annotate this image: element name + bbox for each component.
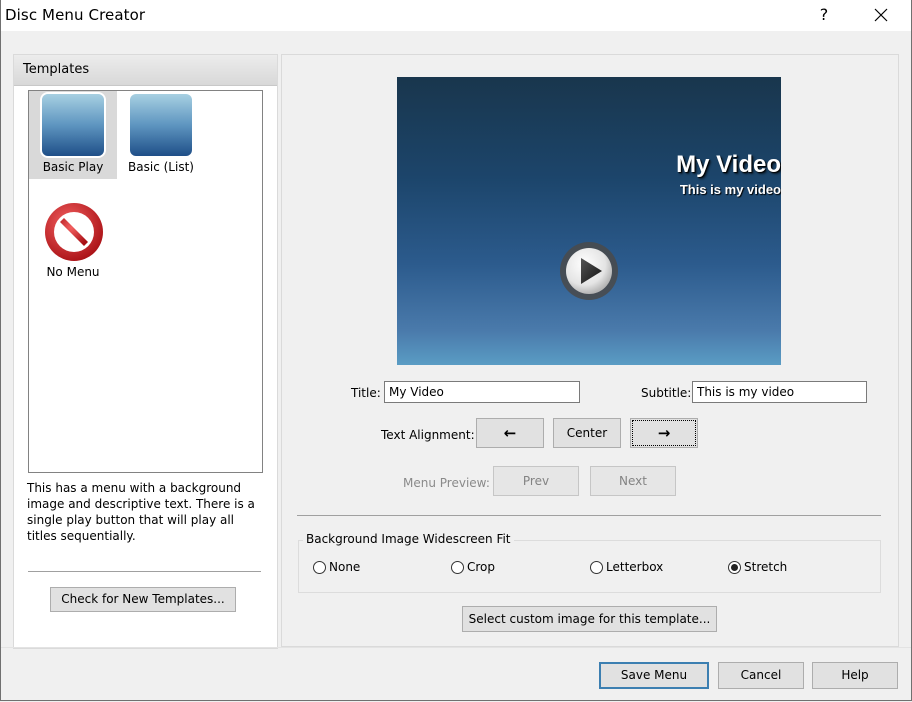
select-custom-image-button[interactable]: Select custom image for this template... xyxy=(462,606,717,632)
divider xyxy=(297,515,881,516)
align-center-button[interactable]: Center xyxy=(553,418,621,448)
radio-circle xyxy=(313,560,326,574)
basic-list-thumbnail-icon xyxy=(130,94,192,156)
align-left-button[interactable]: ← xyxy=(476,418,544,448)
divider xyxy=(0,647,912,648)
menu-preview-label: Menu Preview: xyxy=(403,476,490,490)
radio-crop[interactable]: Crop xyxy=(451,560,495,574)
preview-subtitle: This is my video xyxy=(679,182,781,197)
no-entry-icon xyxy=(45,203,103,261)
templates-header: Templates xyxy=(14,55,277,86)
templates-panel: Templates Basic Play Basic (List) No Men… xyxy=(13,54,278,649)
radio-label: None xyxy=(329,560,361,574)
radio-label: Crop xyxy=(467,560,496,574)
window-title: Disc Menu Creator xyxy=(5,6,146,24)
title-bar: Disc Menu Creator ? xyxy=(0,0,912,31)
template-basic-play[interactable]: Basic Play xyxy=(29,91,117,179)
radio-circle-checked xyxy=(728,560,741,574)
template-label: Basic (List) xyxy=(128,160,194,174)
prev-button[interactable]: Prev xyxy=(493,466,579,496)
play-button-icon[interactable] xyxy=(559,241,619,301)
help-button[interactable]: ? xyxy=(816,5,832,24)
templates-heading: Templates xyxy=(23,62,90,77)
title-input[interactable] xyxy=(384,381,580,403)
cancel-button[interactable]: Cancel xyxy=(718,662,804,689)
template-list[interactable]: Basic Play Basic (List) No Menu xyxy=(28,90,263,473)
template-label: No Menu xyxy=(46,265,100,279)
next-button[interactable]: Next xyxy=(590,466,676,496)
template-basic-list[interactable]: Basic (List) xyxy=(117,91,205,179)
preview-title: My Video xyxy=(676,151,781,178)
radio-stretch[interactable]: Stretch xyxy=(728,560,787,574)
help-footer-button[interactable]: Help xyxy=(812,662,898,689)
title-label: Title: xyxy=(351,386,381,400)
radio-letterbox[interactable]: Letterbox xyxy=(590,560,663,574)
radio-label: Letterbox xyxy=(606,560,664,574)
arrow-right-icon: → xyxy=(657,424,671,442)
subtitle-label: Subtitle: xyxy=(641,386,692,400)
radio-circle xyxy=(590,560,603,574)
template-label: Basic Play xyxy=(42,160,104,174)
basic-play-thumbnail-icon xyxy=(42,94,104,156)
radio-none[interactable]: None xyxy=(313,560,360,574)
menu-preview: My Video This is my video xyxy=(397,77,781,365)
widescreen-fit-legend: Background Image Widescreen Fit xyxy=(303,532,514,546)
align-right-button[interactable]: → xyxy=(630,418,698,448)
radio-circle xyxy=(451,560,464,574)
template-no-menu[interactable]: No Menu xyxy=(29,199,117,287)
check-new-templates-button[interactable]: Check for New Templates... xyxy=(50,587,236,612)
template-description: This has a menu with a background image … xyxy=(27,481,255,543)
radio-label: Stretch xyxy=(744,560,788,574)
text-alignment-label: Text Alignment: xyxy=(381,428,475,442)
divider xyxy=(28,571,261,572)
arrow-left-icon: ← xyxy=(503,424,517,442)
subtitle-input[interactable] xyxy=(692,381,867,403)
close-icon xyxy=(874,8,888,22)
save-menu-button[interactable]: Save Menu xyxy=(599,662,709,689)
close-button[interactable] xyxy=(866,3,896,27)
